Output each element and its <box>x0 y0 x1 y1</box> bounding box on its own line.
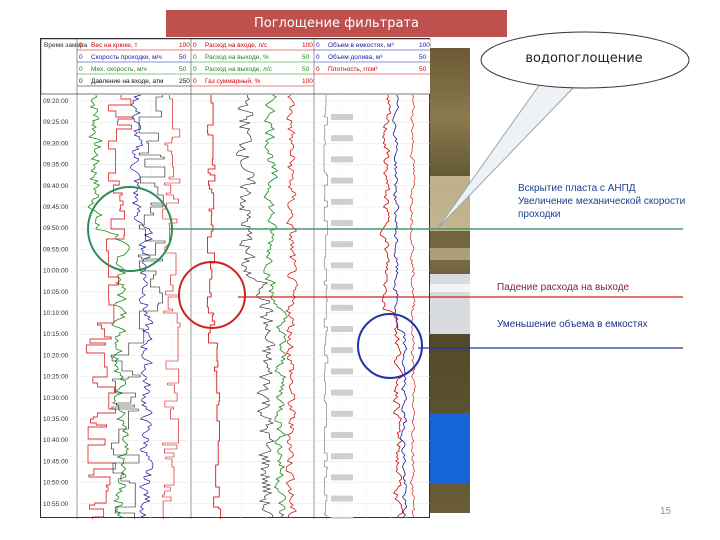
blue-circle <box>357 313 423 379</box>
page-number: 15 <box>660 506 672 517</box>
note-high-rop: Вскрытие пласта с АНПД Увеличение механи… <box>518 183 686 220</box>
note-flow-drop: Падение расхода на выходе <box>497 282 630 293</box>
callout-text: водопоглощение <box>525 51 643 66</box>
green-circle <box>87 186 173 272</box>
red-circle <box>178 261 246 329</box>
note-volume-drop: Уменьшение объема в емкостях <box>497 319 648 330</box>
